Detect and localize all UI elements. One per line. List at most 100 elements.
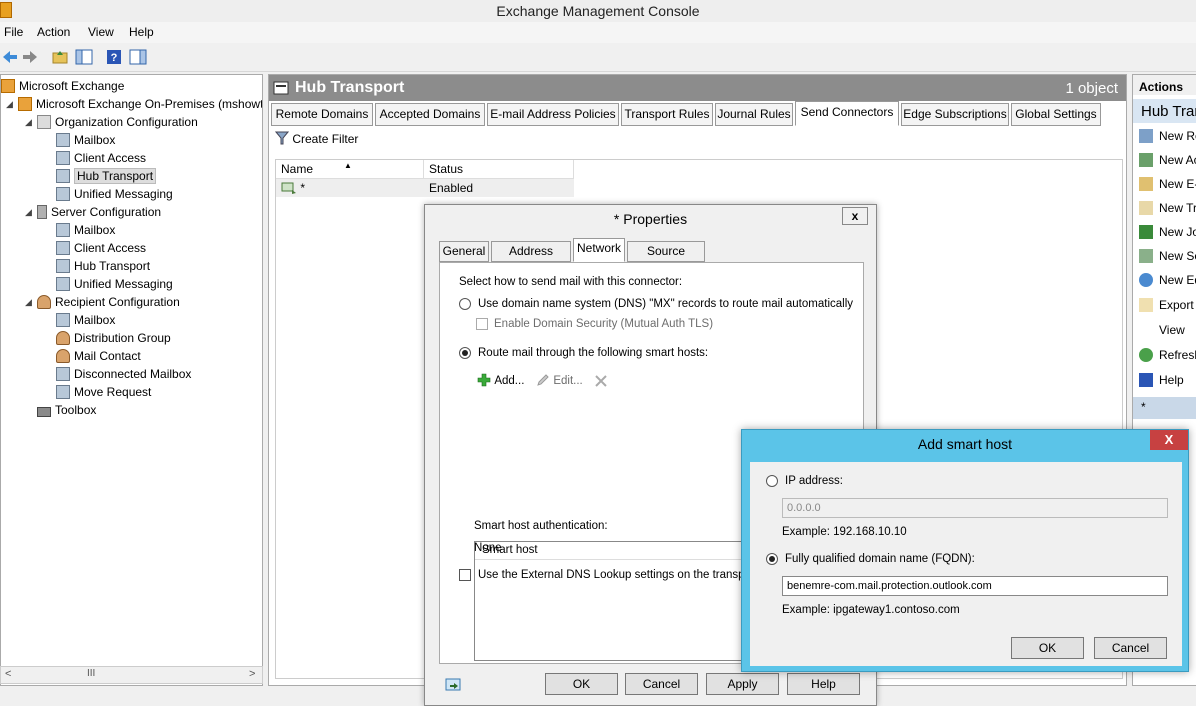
actions-section-selected[interactable]: * — [1133, 397, 1196, 419]
column-header-name[interactable]: Name ▲ — [276, 160, 424, 179]
menu-help[interactable]: Help — [129, 25, 154, 39]
tab-general[interactable]: General — [439, 241, 489, 262]
menu-file[interactable]: File — [4, 25, 23, 39]
smart-host-auth-value: None — [474, 542, 502, 554]
action-new-edge-subscription[interactable]: New Edge Subscription... — [1139, 271, 1196, 289]
scroll-right-arrow-icon[interactable]: > — [249, 668, 255, 680]
hub-transport-icon — [56, 169, 70, 183]
tab-email-address-policies[interactable]: E-mail Address Policies — [487, 103, 619, 126]
table-row-status[interactable]: Enabled — [424, 179, 574, 197]
menu-view[interactable]: View — [88, 25, 114, 39]
tree-node-distribution-group[interactable]: Distribution Group — [56, 329, 171, 347]
filter-icon — [274, 131, 290, 145]
tree-node-organization-configuration[interactable]: Organization Configuration — [37, 113, 198, 131]
action-new-remote-domain[interactable]: New Remote Domain... — [1139, 127, 1196, 145]
properties-cancel-button[interactable]: Cancel — [625, 673, 698, 695]
show-hide-console-tree-icon[interactable] — [74, 47, 94, 67]
add-smart-host-cancel-button[interactable]: Cancel — [1094, 637, 1167, 659]
action-new-email-address-policy[interactable]: New E-mail Address Policy... — [1139, 175, 1196, 193]
column-header-status[interactable]: Status — [424, 160, 574, 179]
collapse-arrow-icon[interactable]: ◢ — [6, 99, 13, 110]
edit-smart-host-button[interactable]: Edit... — [536, 373, 583, 389]
tree-horizontal-scrollbar[interactable]: < III > — [0, 666, 263, 684]
menu-action[interactable]: Action — [37, 25, 70, 39]
actions-section-hub-transport[interactable]: Hub Transport — [1133, 99, 1196, 123]
fqdn-radio[interactable] — [766, 553, 778, 565]
properties-help-button[interactable]: Help — [787, 673, 860, 695]
external-dns-checkbox[interactable] — [459, 569, 471, 581]
actions-header: Actions — [1133, 75, 1196, 95]
add-smart-host-ok-button[interactable]: OK — [1011, 637, 1084, 659]
tree-node-server-configuration[interactable]: Server Configuration — [37, 203, 161, 221]
tree-node-mail-contact[interactable]: Mail Contact — [56, 347, 141, 365]
tab-edge-subscriptions[interactable]: Edge Subscriptions — [901, 103, 1009, 126]
domain-security-checkbox[interactable] — [476, 318, 488, 330]
tree-node-server-mailbox[interactable]: Mailbox — [56, 221, 115, 239]
tree-node-org-unified-messaging[interactable]: Unified Messaging — [56, 185, 173, 203]
ip-address-input[interactable]: 0.0.0.0 — [782, 498, 1168, 518]
collapse-arrow-icon[interactable]: ◢ — [25, 117, 32, 128]
forward-arrow-icon[interactable] — [20, 47, 40, 67]
fqdn-input[interactable]: benemre-com.mail.protection.outlook.com — [782, 576, 1168, 596]
tree-node-toolbox[interactable]: Toolbox — [37, 401, 96, 419]
tree-node-move-request[interactable]: Move Request — [56, 383, 151, 401]
add-smart-host-button[interactable]: Add... — [477, 373, 524, 389]
table-row-name[interactable]: * — [276, 179, 424, 197]
hub-transport-icon — [56, 259, 70, 273]
action-new-send-connector[interactable]: New Send Connector... — [1139, 247, 1196, 265]
show-hide-action-pane-icon[interactable] — [128, 47, 148, 67]
close-icon[interactable]: x — [842, 207, 868, 225]
ip-address-radio[interactable] — [766, 475, 778, 487]
tab-transport-rules[interactable]: Transport Rules — [621, 103, 713, 126]
client-access-icon — [56, 151, 70, 165]
dns-mx-radio[interactable] — [459, 298, 471, 310]
tab-network[interactable]: Network — [573, 238, 625, 262]
tree-node-disconnected-mailbox[interactable]: Disconnected Mailbox — [56, 365, 191, 383]
action-help[interactable]: Help — [1139, 371, 1184, 389]
properties-ok-button[interactable]: OK — [545, 673, 618, 695]
tree-node-org-mailbox[interactable]: Mailbox — [56, 131, 115, 149]
close-icon[interactable]: X — [1150, 430, 1188, 450]
ip-address-label: IP address: — [785, 475, 843, 487]
tree-node-recipient-mailbox[interactable]: Mailbox — [56, 311, 115, 329]
tree-node-org-client-access[interactable]: Client Access — [56, 149, 146, 167]
action-new-transport-rule[interactable]: New Transport Rule... — [1139, 199, 1196, 217]
result-pane-header: Hub Transport 1 object — [269, 75, 1126, 101]
new-edge-subscription-icon — [1139, 273, 1153, 287]
scroll-thumb[interactable]: III — [87, 668, 95, 679]
tree-node-server-unified-messaging[interactable]: Unified Messaging — [56, 275, 173, 293]
properties-help-info-icon — [445, 678, 461, 691]
tab-remote-domains[interactable]: Remote Domains — [271, 103, 373, 126]
scroll-left-arrow-icon[interactable]: < — [5, 668, 11, 680]
tab-source-server[interactable]: Source Server — [627, 241, 705, 277]
delete-x-icon[interactable] — [594, 374, 608, 388]
action-new-journal-rule[interactable]: New Journal Rule... — [1139, 223, 1196, 241]
back-arrow-icon[interactable] — [0, 47, 20, 67]
action-refresh[interactable]: Refresh — [1139, 346, 1196, 364]
create-filter-button[interactable]: Create Filter — [274, 131, 358, 149]
help-icon[interactable]: ? — [104, 47, 124, 67]
tree-node-server-hub-transport[interactable]: Hub Transport — [56, 257, 150, 275]
tab-accepted-domains[interactable]: Accepted Domains — [375, 103, 485, 126]
properties-dialog-title: * Properties — [613, 211, 688, 227]
collapse-arrow-icon[interactable]: ◢ — [25, 297, 32, 308]
smart-hosts-radio[interactable] — [459, 347, 471, 359]
tree-node-microsoft-exchange[interactable]: Microsoft Exchange — [1, 77, 124, 95]
tab-send-connectors[interactable]: Send Connectors — [795, 101, 899, 126]
add-smart-host-body: IP address: 0.0.0.0 Example: 192.168.10.… — [750, 462, 1182, 666]
properties-apply-button[interactable]: Apply — [706, 673, 779, 695]
action-new-accepted-domain[interactable]: New Accepted Domain... — [1139, 151, 1196, 169]
object-count: 1 object — [1065, 80, 1118, 97]
tab-global-settings[interactable]: Global Settings — [1011, 103, 1101, 126]
up-folder-icon[interactable] — [50, 47, 70, 67]
tree-node-server-client-access[interactable]: Client Access — [56, 239, 146, 257]
action-export-list[interactable]: Export List... — [1139, 296, 1196, 314]
tree-node-org-hub-transport[interactable]: Hub Transport — [56, 167, 157, 185]
tab-address-space[interactable]: Address Space — [491, 241, 571, 277]
tab-journal-rules[interactable]: Journal Rules — [715, 103, 793, 126]
tree-node-recipient-configuration[interactable]: Recipient Configuration — [37, 293, 180, 311]
action-view[interactable]: View — [1139, 321, 1185, 339]
collapse-arrow-icon[interactable]: ◢ — [25, 207, 32, 218]
tree-node-on-premises[interactable]: Microsoft Exchange On-Premises (mshowt — [18, 95, 262, 113]
toolbox-icon — [37, 407, 51, 417]
